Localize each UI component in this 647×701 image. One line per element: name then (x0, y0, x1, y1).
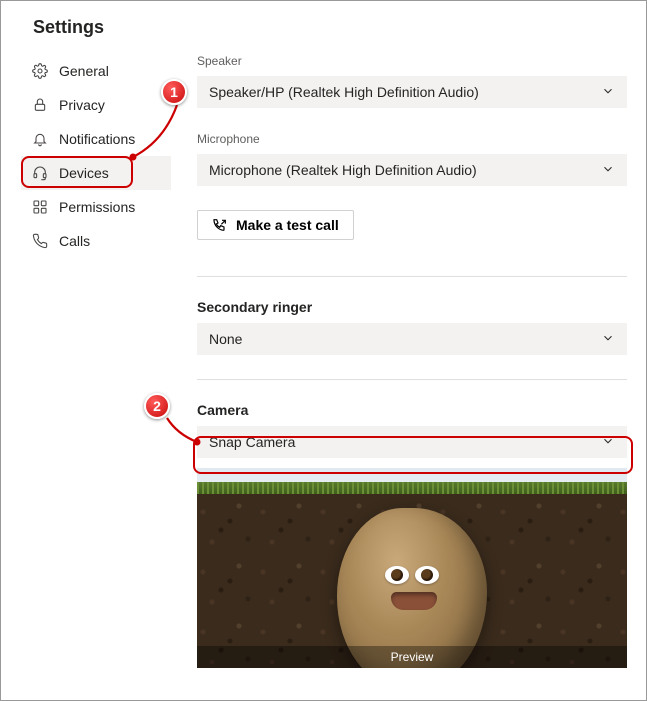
sidebar-item-label: Permissions (59, 199, 135, 215)
sidebar-item-devices[interactable]: Devices (21, 156, 171, 190)
sidebar-item-permissions[interactable]: Permissions (21, 190, 171, 224)
divider (197, 379, 627, 380)
divider (197, 276, 627, 277)
gear-icon (31, 62, 49, 80)
speaker-label: Speaker (197, 54, 630, 68)
sidebar-item-privacy[interactable]: Privacy (21, 88, 171, 122)
secondary-ringer-value: None (209, 331, 242, 347)
preview-label: Preview (197, 646, 627, 668)
chevron-down-icon (601, 331, 615, 348)
sidebar-item-notifications[interactable]: Notifications (21, 122, 171, 156)
sidebar-item-label: Privacy (59, 97, 105, 113)
microphone-dropdown-value: Microphone (Realtek High Definition Audi… (209, 162, 477, 178)
page-title: Settings (1, 1, 646, 54)
settings-main-panel: Speaker Speaker/HP (Realtek High Definit… (171, 54, 646, 668)
annotation-badge-2: 2 (144, 393, 170, 419)
speaker-dropdown[interactable]: Speaker/HP (Realtek High Definition Audi… (197, 76, 627, 108)
lock-icon (31, 96, 49, 114)
phone-icon (31, 232, 49, 250)
sidebar-item-label: Calls (59, 233, 90, 249)
microphone-label: Microphone (197, 132, 630, 146)
bell-icon (31, 130, 49, 148)
camera-label: Camera (197, 402, 630, 418)
make-test-call-button[interactable]: Make a test call (197, 210, 354, 240)
camera-preview-avatar (337, 508, 487, 668)
camera-dropdown[interactable]: Snap Camera (197, 426, 627, 458)
make-test-call-label: Make a test call (236, 217, 339, 233)
camera-preview: Preview (197, 468, 627, 668)
camera-dropdown-value: Snap Camera (209, 434, 295, 450)
sidebar-item-label: Notifications (59, 131, 135, 147)
chevron-down-icon (601, 162, 615, 179)
chevron-down-icon (601, 434, 615, 451)
speaker-dropdown-value: Speaker/HP (Realtek High Definition Audi… (209, 84, 479, 100)
grid-icon (31, 198, 49, 216)
secondary-ringer-label: Secondary ringer (197, 299, 630, 315)
secondary-ringer-dropdown[interactable]: None (197, 323, 627, 355)
microphone-dropdown[interactable]: Microphone (Realtek High Definition Audi… (197, 154, 627, 186)
headset-icon (31, 164, 49, 182)
chevron-down-icon (601, 84, 615, 101)
sidebar-item-calls[interactable]: Calls (21, 224, 171, 258)
sidebar-item-label: General (59, 63, 109, 79)
settings-sidebar: General Privacy Notifications Devices Pe (1, 54, 171, 668)
annotation-badge-1: 1 (161, 79, 187, 105)
call-forward-icon (212, 217, 228, 233)
sidebar-item-label: Devices (59, 165, 109, 181)
sidebar-item-general[interactable]: General (21, 54, 171, 88)
